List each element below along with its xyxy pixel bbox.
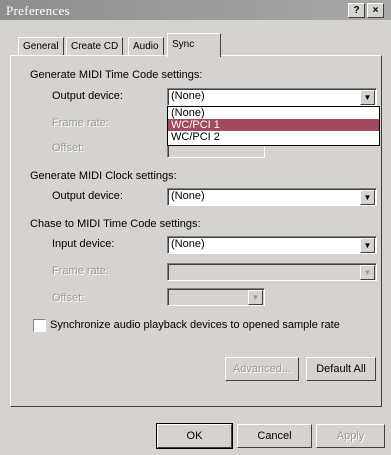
chase-offset-field: ▼: [167, 288, 265, 306]
sync-sample-rate-label: Synchronize audio playback devices to op…: [50, 319, 340, 331]
mtc-generate-heading: Generate MIDI Time Code settings:: [30, 69, 203, 81]
help-button[interactable]: ?: [348, 3, 365, 18]
mtc-output-value: (None): [171, 90, 205, 102]
default-all-button[interactable]: Default All: [306, 357, 376, 381]
chevron-down-icon[interactable]: ▼: [360, 238, 375, 253]
cancel-button[interactable]: Cancel: [237, 424, 312, 448]
clock-output-label: Output device:: [52, 190, 123, 202]
chevron-down-icon[interactable]: ▼: [360, 90, 375, 105]
chevron-down-icon: ▼: [248, 290, 263, 305]
chase-frame-rate-select: ▼: [167, 263, 377, 281]
chase-input-device-select[interactable]: (None) ▼: [167, 236, 377, 254]
chase-offset-label: Offset:: [52, 292, 85, 304]
ok-button[interactable]: OK: [156, 423, 233, 449]
dropdown-option-wc-pci-2[interactable]: WC/PCI 2: [168, 131, 379, 143]
tab-create-cd[interactable]: Create CD: [66, 37, 124, 56]
mtc-output-label: Output device:: [52, 90, 123, 102]
advanced-button: Advanced...: [225, 357, 299, 381]
dropdown-option-wc-pci-1[interactable]: WC/PCI 1: [168, 119, 379, 131]
clock-generate-heading: Generate MIDI Clock settings:: [30, 170, 177, 182]
chase-input-label: Input device:: [52, 238, 115, 250]
dropdown-option-none[interactable]: (None): [168, 107, 379, 119]
window-title: Preferences: [6, 3, 70, 18]
clock-output-value: (None): [171, 190, 205, 202]
tab-general[interactable]: General: [18, 37, 64, 56]
mtc-frame-rate-label: Frame rate:: [52, 117, 109, 129]
chase-input-value: (None): [171, 238, 205, 250]
mtc-chase-heading: Chase to MIDI Time Code settings:: [30, 218, 201, 230]
mtc-output-dropdown-list[interactable]: (None) WC/PCI 1 WC/PCI 2: [167, 106, 380, 146]
chase-frame-rate-label: Frame rate:: [52, 265, 109, 277]
apply-button: Apply: [316, 424, 385, 448]
sync-sample-rate-checkbox[interactable]: [33, 319, 46, 332]
mtc-output-device-select[interactable]: (None) ▼: [167, 88, 377, 106]
tab-audio[interactable]: Audio: [128, 37, 164, 56]
mtc-offset-label: Offset:: [52, 142, 85, 154]
close-button[interactable]: ×: [367, 3, 384, 18]
chevron-down-icon: ▼: [360, 265, 375, 280]
tab-sync[interactable]: Sync: [167, 33, 221, 57]
chevron-down-icon[interactable]: ▼: [360, 190, 375, 205]
clock-output-device-select[interactable]: (None) ▼: [167, 188, 377, 206]
title-bar[interactable]: Preferences ? ×: [0, 0, 391, 20]
